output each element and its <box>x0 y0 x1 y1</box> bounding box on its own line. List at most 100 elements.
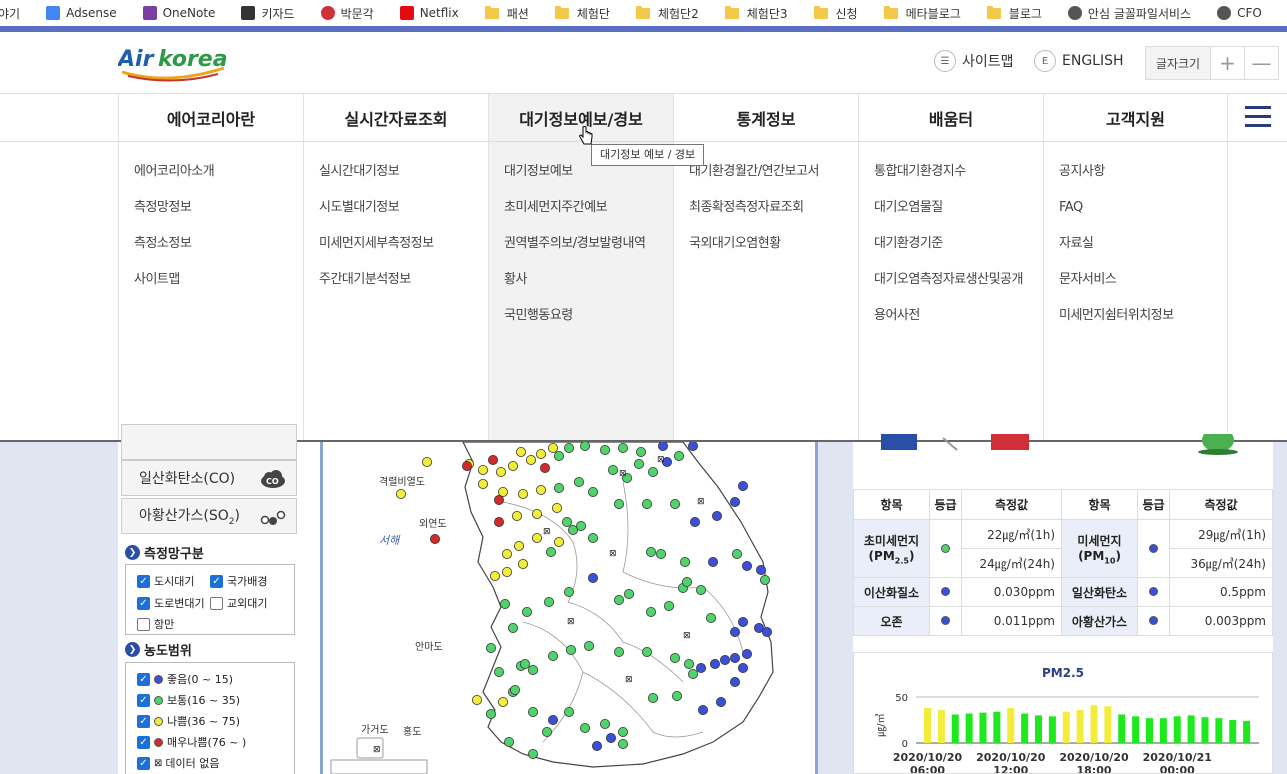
station-marker[interactable] <box>623 588 634 599</box>
no-data-marker-icon[interactable]: ⊠ <box>373 745 381 755</box>
station-marker[interactable] <box>737 481 748 492</box>
station-marker[interactable] <box>605 732 616 743</box>
station-marker[interactable] <box>645 547 656 558</box>
submenu-link[interactable]: 에어코리아소개 <box>119 162 303 198</box>
station-marker[interactable] <box>613 646 624 657</box>
submenu-link[interactable]: 대기오염측정자료생산및공개 <box>859 270 1043 306</box>
submenu-link[interactable]: 용어사전 <box>859 306 1043 342</box>
station-marker[interactable] <box>761 626 772 637</box>
station-marker[interactable] <box>737 616 748 627</box>
station-marker[interactable] <box>487 454 498 465</box>
no-data-marker-icon[interactable]: ⊠ <box>567 617 575 627</box>
checkbox-range-good[interactable]: ✓ 좋음(0 ~ 15) <box>137 671 233 687</box>
station-marker[interactable] <box>527 706 538 717</box>
station-marker[interactable] <box>551 503 562 514</box>
station-marker[interactable] <box>587 487 598 498</box>
checkbox-range-no-data[interactable]: ✓ ⊠ 데이터 없음 <box>137 755 220 771</box>
station-marker[interactable] <box>575 521 586 532</box>
station-marker[interactable] <box>731 549 742 560</box>
bookmark-8[interactable]: 체험단2 <box>635 5 699 22</box>
station-marker[interactable] <box>647 466 658 477</box>
station-marker[interactable] <box>673 450 684 461</box>
no-data-marker-icon[interactable]: ⊠ <box>683 631 691 641</box>
bookmark-14[interactable]: CFO <box>1217 6 1262 20</box>
station-marker[interactable] <box>729 676 740 687</box>
submenu-link[interactable]: 주간대기분석정보 <box>304 270 488 306</box>
submenu-link[interactable]: 사이트맵 <box>119 270 303 306</box>
bookmark-12[interactable]: 블로그 <box>986 5 1042 22</box>
submenu-link[interactable]: 자료실 <box>1044 234 1227 270</box>
submenu-link[interactable]: 문자서비스 <box>1044 270 1227 306</box>
checkbox-range-bad[interactable]: ✓ 나쁨(36 ~ 75) <box>137 713 240 729</box>
station-marker[interactable] <box>531 533 542 544</box>
station-marker[interactable] <box>531 509 542 520</box>
station-marker[interactable] <box>587 572 598 583</box>
sitemap-link[interactable]: ☰ 사이트맵 <box>934 50 1014 72</box>
station-marker[interactable] <box>587 533 598 544</box>
no-data-marker-icon[interactable]: ⊠ <box>697 497 705 507</box>
station-marker[interactable] <box>513 541 524 552</box>
station-marker[interactable] <box>679 557 690 568</box>
station-marker[interactable] <box>741 648 752 659</box>
station-marker[interactable] <box>517 489 528 500</box>
station-marker[interactable] <box>501 567 512 578</box>
station-marker[interactable] <box>511 511 522 522</box>
station-marker[interactable] <box>689 517 700 528</box>
station-marker[interactable] <box>565 644 576 655</box>
station-marker[interactable] <box>563 706 574 717</box>
station-marker[interactable] <box>535 485 546 496</box>
station-marker[interactable] <box>485 642 496 653</box>
station-marker[interactable] <box>737 662 748 673</box>
station-marker[interactable] <box>729 497 740 508</box>
bookmark-0[interactable]: 야기 <box>0 5 20 22</box>
station-marker[interactable] <box>553 483 564 494</box>
submenu-link[interactable]: 시도별대기정보 <box>304 198 488 234</box>
submenu-link[interactable]: 국외대기오염현황 <box>674 234 858 270</box>
station-marker[interactable] <box>493 517 504 528</box>
station-marker[interactable] <box>485 708 496 719</box>
submenu-link[interactable]: FAQ <box>1044 198 1227 234</box>
station-marker[interactable] <box>471 694 482 705</box>
station-marker[interactable] <box>519 658 530 669</box>
station-marker[interactable] <box>547 650 558 661</box>
checkbox-suburban[interactable]: 교외대기 <box>210 595 267 611</box>
hamburger-menu-icon[interactable] <box>1245 106 1271 128</box>
pollutant-button-so2[interactable]: 아황산가스(SO2) <box>121 498 297 534</box>
checkbox-national-background[interactable]: ✓ 국가배경 <box>210 573 267 589</box>
submenu-link[interactable]: 황사 <box>489 270 673 306</box>
station-marker[interactable] <box>527 664 538 675</box>
bookmark-7[interactable]: 체험단 <box>554 5 610 22</box>
station-marker[interactable] <box>422 456 433 467</box>
checkbox-roadside[interactable]: ✓ 도로변대기 <box>137 595 205 611</box>
station-marker[interactable] <box>705 612 716 623</box>
no-data-marker-icon[interactable]: ⊠ <box>543 527 551 537</box>
station-marker[interactable] <box>493 666 504 677</box>
station-marker[interactable] <box>671 690 682 701</box>
bookmark-11[interactable]: 메타블로그 <box>883 5 961 22</box>
station-marker[interactable] <box>499 598 510 609</box>
nav-statistics[interactable]: 통계정보 <box>673 94 858 141</box>
station-marker[interactable] <box>641 646 652 657</box>
submenu-link[interactable]: 미세먼지세부측정정보 <box>304 234 488 270</box>
no-data-marker-icon[interactable]: ⊠ <box>657 455 665 465</box>
station-marker[interactable] <box>547 714 558 725</box>
station-marker[interactable] <box>617 443 628 453</box>
station-marker[interactable] <box>396 489 407 500</box>
station-marker[interactable] <box>755 565 766 576</box>
station-marker[interactable] <box>535 449 546 459</box>
submenu-link[interactable]: 대기정보예보 <box>489 162 673 198</box>
station-marker[interactable] <box>633 458 644 469</box>
station-marker[interactable] <box>681 576 692 587</box>
nav-about[interactable]: 에어코리아란 <box>118 94 303 141</box>
submenu-link[interactable]: 대기환경월간/연간보고서 <box>674 162 858 198</box>
submenu-link[interactable]: 공지사항 <box>1044 162 1227 198</box>
submenu-link[interactable]: 권역별주의보/경보발령내역 <box>489 234 673 270</box>
submenu-link[interactable]: 초미세먼지주간예보 <box>489 198 673 234</box>
station-marker[interactable] <box>539 462 550 473</box>
checkbox-urban[interactable]: ✓ 도시대기 <box>137 573 194 589</box>
submenu-link[interactable]: 통합대기환경지수 <box>859 162 1043 198</box>
station-marker[interactable] <box>591 740 602 751</box>
bookmark-6[interactable]: 패션 <box>484 5 529 22</box>
station-marker[interactable] <box>527 748 538 759</box>
station-marker[interactable] <box>707 557 718 568</box>
